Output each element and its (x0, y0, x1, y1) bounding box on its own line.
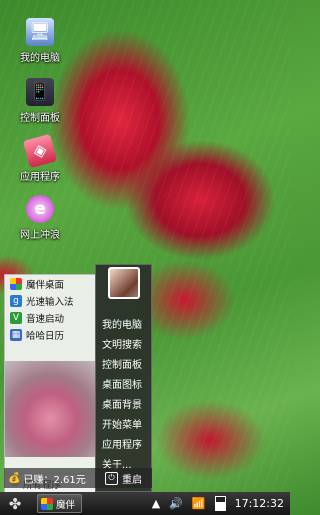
volume-icon[interactable]: 🔊 (169, 497, 183, 510)
control-panel-icon: 📱 (26, 78, 54, 106)
earned-text: 已赚：2.61元 (23, 474, 86, 486)
task-label: 魔伴 (56, 499, 76, 511)
restart-label: 重启 (122, 474, 142, 486)
menu-item-moban-desktop[interactable]: 魔伴桌面 (5, 275, 96, 292)
menu-item-label: 哈哈日历 (26, 330, 65, 342)
system-tray: ▲ 🔊 📶 17:12:32 (152, 492, 290, 515)
avatar[interactable] (108, 267, 140, 299)
menu-item-label: 光速输入法 (26, 296, 74, 308)
desktop-icon-label: 网上冲浪 (20, 230, 60, 241)
menu-item-label: 魔伴桌面 (26, 279, 65, 291)
menu-item-quick-launch[interactable]: V 音速启动 (5, 309, 96, 326)
wifi-icon[interactable]: 📶 (192, 497, 206, 510)
clock[interactable]: 17:12:32 (235, 497, 284, 510)
menu-item-control-panel[interactable]: 控制面板 (96, 353, 151, 373)
battery-icon[interactable] (214, 496, 226, 511)
desktop-icon-applications[interactable]: ◈ 应用程序 (8, 133, 72, 183)
menu-item-calendar[interactable]: ▦ 哈哈日历 (5, 326, 96, 343)
desktop-icon-internet[interactable]: e 网上冲浪 (8, 195, 72, 241)
desktop-icon-label: 控制面板 (20, 113, 60, 124)
clover-icon: ✤ (8, 494, 22, 513)
computer-icon: 🖥 (26, 18, 54, 46)
calendar-icon: ▦ (10, 328, 22, 341)
desktop-icon-control-panel[interactable]: 📱 控制面板 (8, 78, 72, 124)
power-icon: ⏻ (105, 471, 118, 485)
menu-item-desktop-background[interactable]: 桌面背景 (96, 393, 151, 413)
quick-launch-icon: V (10, 311, 22, 324)
menu-item-search[interactable]: 文明搜索 (96, 333, 151, 353)
taskbar: ✤ 魔伴 ▲ 🔊 📶 17:12:32 (0, 492, 290, 515)
start-menu-left-pane: 魔伴桌面 g 光速输入法 V 音速启动 ▦ 哈哈日历 ⊕ 所有程序 (4, 274, 96, 494)
taskbar-task-moban[interactable]: 魔伴 (37, 494, 82, 513)
start-menu: 魔伴桌面 g 光速输入法 V 音速启动 ▦ 哈哈日历 ⊕ 所有程序 我的电脑 文… (4, 264, 152, 494)
menu-item-start-menu[interactable]: 开始菜单 (96, 413, 151, 433)
desktop-icon-label: 我的电脑 (20, 53, 60, 64)
internet-explorer-icon: e (26, 195, 54, 223)
mobandesktop-icon (10, 277, 22, 290)
desktop-icon-my-computer[interactable]: 🖥 我的电脑 (8, 18, 72, 64)
money-bag-icon: 💰 (8, 472, 21, 484)
chevron-up-icon[interactable]: ▲ (152, 497, 160, 510)
menu-item-label: 音速启动 (26, 313, 65, 325)
start-menu-right-pane: 我的电脑 文明搜索 控制面板 桌面图标 桌面背景 开始菜单 应用程序 关于... (95, 264, 152, 492)
start-button[interactable]: ✤ (0, 492, 30, 515)
mobandesktop-icon (41, 497, 53, 510)
menu-item-applications[interactable]: 应用程序 (96, 433, 151, 453)
earned-status: 💰 已赚：2.61元 (4, 468, 95, 488)
menu-item-desktop-icons[interactable]: 桌面图标 (96, 373, 151, 393)
menu-decorative-photo (5, 361, 96, 457)
menu-item-input-method[interactable]: g 光速输入法 (5, 292, 96, 309)
menu-item-my-computer[interactable]: 我的电脑 (96, 313, 151, 333)
applications-icon: ◈ (22, 133, 58, 169)
restart-button[interactable]: ⏻ 重启 (95, 468, 152, 488)
input-method-icon: g (10, 294, 22, 307)
desktop-icon-label: 应用程序 (20, 172, 60, 183)
